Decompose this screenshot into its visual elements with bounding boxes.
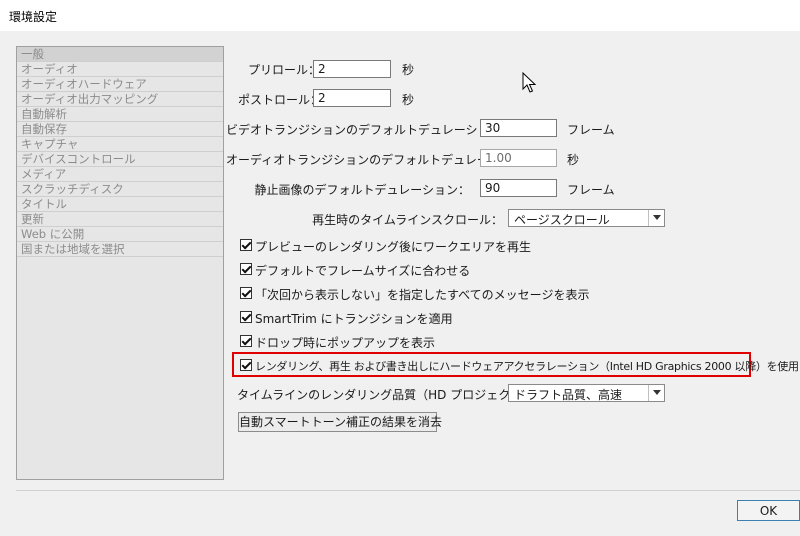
video-transition-input[interactable] — [480, 119, 557, 137]
checkbox-hardware-acceleration-label: レンダリング、再生 および書き出しにハードウェアアクセラレーション（Intel … — [255, 360, 799, 373]
chevron-down-icon[interactable] — [648, 210, 664, 226]
mouse-cursor-icon — [522, 72, 536, 93]
postroll-label: ポストロール： — [238, 93, 323, 107]
sidebar-item[interactable]: デバイスコントロール — [17, 152, 223, 167]
chevron-down-icon[interactable] — [648, 385, 664, 401]
checkbox-hardware-acceleration[interactable] — [240, 359, 252, 371]
checkbox-show-all-messages-label: 「次回から表示しない」を指定したすべてのメッセージを表示 — [255, 288, 590, 302]
still-image-input[interactable] — [480, 179, 557, 197]
checkbox-popup-on-drop[interactable] — [240, 335, 252, 347]
title-bar: 環境設定 — [0, 0, 800, 31]
window-title: 環境設定 — [9, 10, 58, 24]
checkbox-fit-frame-size[interactable] — [240, 263, 252, 275]
still-image-unit: フレーム — [567, 183, 615, 197]
sidebar-item[interactable]: 自動解析 — [17, 107, 223, 122]
sidebar-item[interactable]: タイトル — [17, 197, 223, 212]
sidebar-item[interactable]: オーディオ — [17, 62, 223, 77]
checkbox-play-after-render[interactable] — [240, 239, 252, 251]
preroll-label: プリロール： — [248, 63, 321, 77]
sidebar-item[interactable]: メディア — [17, 167, 223, 182]
clear-smart-tone-button[interactable]: 自動スマートトーン補正の結果を消去 — [238, 412, 442, 432]
timeline-scroll-value: ページスクロール — [514, 213, 610, 227]
checkbox-show-all-messages[interactable] — [240, 287, 252, 299]
checkbox-popup-on-drop-label: ドロップ時にポップアップを表示 — [255, 336, 436, 350]
sidebar-item[interactable]: オーディオハードウェア — [17, 77, 223, 92]
sidebar-item[interactable]: 更新 — [17, 212, 223, 227]
checkbox-smarttrim-transition[interactable] — [240, 311, 252, 323]
sidebar-item[interactable]: キャプチャ — [17, 137, 223, 152]
audio-transition-unit: 秒 — [567, 153, 580, 167]
render-quality-value: ドラフト品質、高速 — [514, 388, 623, 402]
sidebar-item[interactable]: スクラッチディスク — [17, 182, 223, 197]
divider — [16, 490, 800, 491]
postroll-unit: 秒 — [402, 93, 415, 107]
preroll-input[interactable] — [313, 60, 391, 78]
postroll-input[interactable] — [313, 89, 391, 107]
sidebar-item[interactable]: 一般 — [17, 47, 223, 62]
ok-button[interactable]: OK — [737, 500, 800, 521]
sidebar-item[interactable]: Web に公開 — [17, 227, 223, 242]
sidebar-item[interactable]: オーディオ出力マッピング — [17, 92, 223, 107]
video-transition-label: ビデオトランジションのデフォルトデュレーション： — [226, 123, 514, 137]
timeline-scroll-label: 再生時のタイムラインスクロール： — [312, 213, 503, 227]
audio-transition-label: オーディオトランジションのデフォルトデュレーション： — [226, 153, 537, 167]
sidebar-item[interactable]: 国または地域を選択 — [17, 242, 223, 257]
still-image-label: 静止画像のデフォルトデュレーション： — [254, 183, 470, 197]
sidebar-item[interactable]: 自動保存 — [17, 122, 223, 137]
timeline-scroll-select[interactable]: ページスクロール — [508, 209, 665, 227]
category-list[interactable]: 一般 オーディオ オーディオハードウェア オーディオ出力マッピング 自動解析 自動保存 キャ… — [16, 46, 224, 480]
checkbox-play-after-render-label: プレビューのレンダリング後にワークエリアを再生 — [255, 240, 532, 254]
render-quality-select[interactable]: ドラフト品質、高速 — [508, 384, 665, 402]
preroll-unit: 秒 — [402, 63, 415, 77]
video-transition-unit: フレーム — [567, 123, 615, 137]
audio-transition-input[interactable] — [480, 149, 557, 167]
checkbox-smarttrim-transition-label: SmartTrim にトランジションを適用 — [255, 312, 453, 326]
checkbox-fit-frame-size-label: デフォルトでフレームサイズに合わせる — [255, 264, 471, 278]
